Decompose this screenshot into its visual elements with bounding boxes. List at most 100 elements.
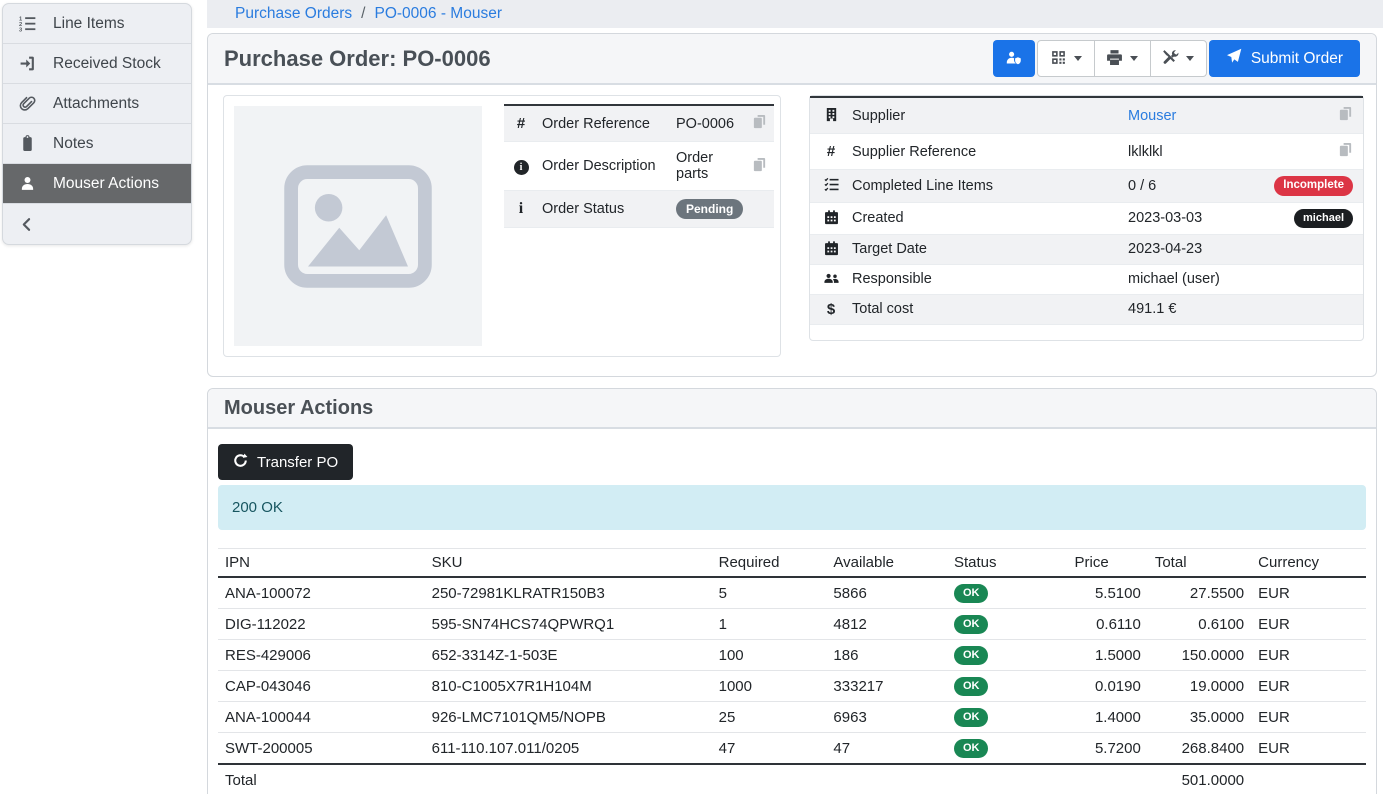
user-badge: michael: [1294, 209, 1353, 228]
order-status-badge: Pending: [676, 199, 743, 219]
cell-available: 186: [826, 640, 947, 671]
cell-ipn: SWT-200005: [218, 733, 425, 765]
column-header-sku: SKU: [425, 549, 712, 578]
detail-label: Order Description: [538, 142, 672, 191]
users-icon: [824, 272, 839, 288]
cell-currency: EUR: [1251, 733, 1366, 765]
supplier-details-table: Supplier Mouser Supplier Reference lklkl…: [810, 96, 1363, 325]
status-ok-badge: OK: [954, 708, 989, 727]
list-check-icon: [824, 178, 839, 194]
sidebar-item-notes[interactable]: Notes: [3, 124, 191, 164]
mouser-actions-panel: Mouser Actions Transfer PO 200 OK IPN SK…: [207, 388, 1377, 794]
detail-label: Total cost: [848, 294, 1124, 324]
print-actions-button[interactable]: [1094, 41, 1150, 76]
column-header-available: Available: [826, 549, 947, 578]
supplier-details-box: Supplier Mouser Supplier Reference lklkl…: [809, 95, 1364, 341]
sidebar-item-label: Mouser Actions: [53, 175, 159, 193]
copy-icon[interactable]: [752, 157, 767, 172]
page-title: Purchase Order: PO-0006: [224, 46, 491, 72]
cell-ipn: CAP-043046: [218, 671, 425, 702]
cell-total: 150.0000: [1148, 640, 1251, 671]
cell-total: 19.0000: [1148, 671, 1251, 702]
status-ok-badge: OK: [954, 615, 989, 634]
barcode-actions-button[interactable]: [1038, 41, 1094, 76]
sidebar-item-line-items[interactable]: 123 Line Items: [3, 4, 191, 44]
detail-value: 491.1 €: [1124, 294, 1251, 324]
image-placeholder-icon: [283, 164, 433, 289]
detail-value: Order parts: [672, 142, 748, 191]
cell-required: 1: [712, 609, 827, 640]
cell-available: 5866: [826, 577, 947, 609]
order-image-placeholder: [234, 106, 482, 346]
cell-available: 47: [826, 733, 947, 765]
breadcrumb: Purchase Orders / PO-0006 - Mouser: [207, 0, 1383, 28]
detail-label: Responsible: [848, 264, 1124, 294]
tools-icon: [1162, 49, 1179, 69]
cell-currency: EUR: [1251, 577, 1366, 609]
caret-down-icon: [1074, 56, 1082, 61]
detail-label: Created: [848, 202, 1124, 234]
cell-sku: 611-110.107.011/0205: [425, 733, 712, 765]
supplier-link[interactable]: Mouser: [1128, 108, 1176, 124]
detail-value: lklklkl: [1124, 134, 1251, 170]
cell-sku: 810-C1005X7R1H104M: [425, 671, 712, 702]
detail-label: Order Reference: [538, 105, 672, 142]
cell-total: 35.0000: [1148, 702, 1251, 733]
sidebar-item-label: Received Stock: [53, 55, 161, 73]
qrcode-icon: [1050, 49, 1067, 69]
sidebar-item-attachments[interactable]: Attachments: [3, 84, 191, 124]
cell-required: 47: [712, 733, 827, 765]
order-options-button[interactable]: [1150, 41, 1206, 76]
building-icon: [824, 108, 839, 124]
mouser-actions-body: Transfer PO 200 OK IPN SKU Required Avai…: [208, 429, 1376, 794]
cell-sku: 250-72981KLRATR150B3: [425, 577, 712, 609]
copy-icon[interactable]: [1338, 106, 1353, 121]
clipboard-icon: [16, 135, 38, 153]
cell-total: 0.6100: [1148, 609, 1251, 640]
admin-actions-button[interactable]: [993, 40, 1035, 77]
cell-required: 100: [712, 640, 827, 671]
status-ok-badge: OK: [954, 584, 989, 603]
sign-in-icon: [16, 55, 38, 73]
cell-price: 0.0190: [1067, 671, 1147, 702]
breadcrumb-link-current-order[interactable]: PO-0006 - Mouser: [374, 5, 502, 23]
table-row: SWT-200005 611-110.107.011/0205 47 47 OK…: [218, 733, 1366, 765]
paper-plane-icon: [1226, 48, 1242, 69]
sidebar-item-received-stock[interactable]: Received Stock: [3, 44, 191, 84]
submit-order-button[interactable]: Submit Order: [1209, 40, 1360, 77]
printer-icon: [1106, 49, 1123, 69]
paperclip-icon: [16, 95, 38, 113]
cell-price: 0.6110: [1067, 609, 1147, 640]
table-row: ANA-100072 250-72981KLRATR150B3 5 5866 O…: [218, 577, 1366, 609]
list-ol-icon: 123: [16, 15, 38, 33]
total-value: 501.0000: [1148, 764, 1251, 794]
detail-label: Completed Line Items: [848, 170, 1124, 203]
cell-ipn: ANA-100072: [218, 577, 425, 609]
detail-label: Target Date: [848, 234, 1124, 264]
table-header-row: IPN SKU Required Available Status Price …: [218, 549, 1366, 578]
copy-icon[interactable]: [1338, 142, 1353, 157]
svg-text:3: 3: [19, 28, 22, 32]
transfer-po-button[interactable]: Transfer PO: [218, 444, 353, 480]
panel-title: Mouser Actions: [224, 397, 373, 420]
column-header-required: Required: [712, 549, 827, 578]
caret-down-icon: [1130, 56, 1138, 61]
sidebar-item-mouser-actions[interactable]: Mouser Actions: [3, 164, 191, 204]
breadcrumb-link-purchase-orders[interactable]: Purchase Orders: [235, 5, 352, 23]
hash-icon: [517, 115, 525, 132]
sidebar-collapse-button[interactable]: [3, 204, 191, 244]
cell-required: 1000: [712, 671, 827, 702]
table-total-row: Total 501.0000: [218, 764, 1366, 794]
column-header-price: Price: [1067, 549, 1147, 578]
submit-order-label: Submit Order: [1251, 50, 1343, 68]
status-ok-badge: OK: [954, 646, 989, 665]
calendar-icon: [824, 242, 839, 258]
column-header-ipn: IPN: [218, 549, 425, 578]
chevron-left-icon: [16, 215, 38, 233]
toolbar-button-group: [1037, 40, 1207, 77]
info-circle-icon: [514, 160, 529, 175]
table-row: CAP-043046 810-C1005X7R1H104M 1000 33321…: [218, 671, 1366, 702]
info-icon: [519, 200, 523, 217]
line-items-table: IPN SKU Required Available Status Price …: [218, 548, 1366, 794]
copy-icon[interactable]: [752, 114, 767, 129]
